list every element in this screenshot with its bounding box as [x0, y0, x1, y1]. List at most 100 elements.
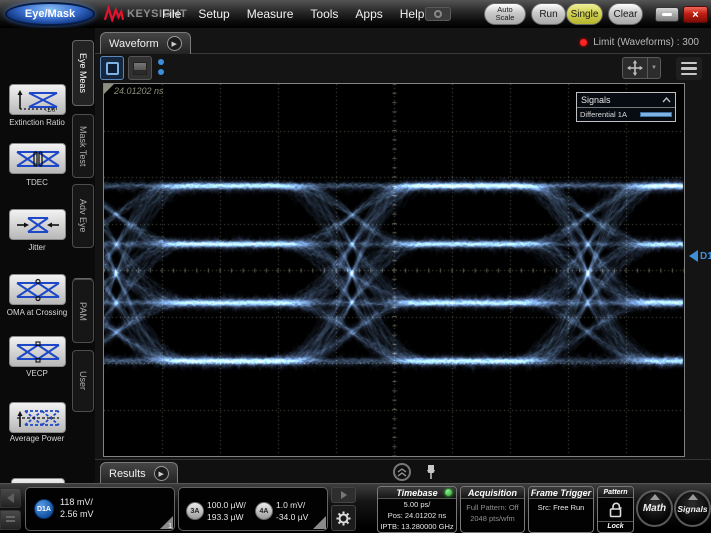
extinction-ratio-icon: -1/0 — [15, 88, 61, 112]
close-button[interactable]: × — [683, 6, 708, 23]
channel-4a-value: -34.0 µV — [276, 511, 308, 523]
display-menu-button[interactable] — [676, 57, 702, 80]
menu-tools[interactable]: Tools — [310, 7, 338, 21]
signals-arrow-icon — [688, 494, 698, 500]
waveform-display: 24.01202 ns Signals Differential 1A — [103, 83, 685, 457]
legend-color-swatch — [640, 112, 672, 117]
frame-trigger-panel[interactable]: Frame Trigger Src: Free Run — [528, 486, 594, 533]
tab-mask-test[interactable]: Mask Test — [72, 114, 94, 178]
tdec-button[interactable] — [9, 143, 66, 174]
oma-crossing-icon — [15, 278, 61, 302]
tab-waveform-view[interactable]: Waveform ▶ — [100, 32, 191, 54]
results-bar: Results ▶ — [95, 459, 711, 483]
signals-button-label: Signals — [677, 504, 707, 514]
channel-d1a-panel[interactable]: D1A 118 mV/ 2.56 mV 1 — [25, 487, 175, 531]
timebase-panel[interactable]: Timebase 5.00 ps/ Pos: 24.01202 ns IPTB:… — [377, 486, 457, 533]
waveform-tab-menu-icon[interactable]: ▶ — [167, 36, 182, 51]
channel-3a-value: 193.3 µW — [207, 511, 246, 523]
jitter-icon — [15, 213, 61, 237]
tab-adv-eye[interactable]: Adv Eye — [72, 184, 94, 248]
timebase-title: Timebase — [396, 488, 437, 498]
panel-corner-number: 1 — [168, 523, 172, 530]
expand-results-button[interactable] — [393, 463, 411, 481]
pan-tool-button[interactable] — [622, 57, 648, 79]
grid-pane-icon — [133, 62, 147, 75]
tab-pam[interactable]: PAM — [72, 279, 94, 343]
channel-expand-button[interactable] — [331, 487, 356, 503]
menu-help[interactable]: Help — [400, 7, 425, 21]
signals-button[interactable]: Signals — [674, 490, 711, 527]
run-button[interactable]: Run — [531, 3, 566, 25]
pan-tool-dropdown[interactable]: ▼ — [648, 57, 661, 79]
single-button[interactable]: Single — [566, 3, 603, 25]
menu-bar: File Setup Measure Tools Apps Help — [162, 0, 424, 28]
average-power-icon — [15, 406, 61, 430]
extinction-ratio-button[interactable]: -1/0 — [9, 84, 66, 115]
panel-grip-button[interactable] — [0, 510, 21, 530]
grid-display-layout-button[interactable] — [128, 56, 152, 80]
screenshot-camera-button[interactable] — [425, 7, 451, 21]
display-toolbar: ▼ — [95, 54, 711, 82]
frame-trigger-source: Src: Free Run — [529, 502, 593, 513]
pattern-title: Pattern — [598, 487, 633, 498]
extinction-ratio-label: Extinction Ratio — [0, 118, 74, 127]
hamburger-icon — [681, 62, 697, 65]
left-arrow-icon — [7, 493, 14, 503]
menu-setup[interactable]: Setup — [198, 7, 229, 21]
pin-results-icon[interactable] — [425, 464, 437, 480]
measurement-sidebar: -1/0 Extinction Ratio TDEC Jitter — [0, 28, 95, 483]
signals-legend[interactable]: Signals Differential 1A — [576, 92, 676, 122]
tdec-icon — [15, 147, 61, 171]
splitter-handle[interactable] — [158, 59, 164, 75]
pattern-lock-button[interactable] — [598, 498, 633, 521]
vecp-button[interactable] — [9, 336, 66, 367]
timebase-delay-label: 24.01202 ns — [114, 86, 164, 96]
legend-title: Signals — [581, 95, 611, 105]
waveform-tab-label: Waveform — [109, 38, 159, 50]
oma-crossing-label: OMA at Crossing — [0, 308, 74, 317]
acquisition-title: Acquisition — [468, 488, 517, 498]
channel-d1a-level-marker[interactable]: D1A — [689, 250, 711, 262]
status-bar: D1A 118 mV/ 2.56 mV 1 3A 100.0 µW/ 193.3… — [0, 483, 711, 533]
math-button[interactable]: Math — [636, 490, 673, 527]
math-arrow-icon — [650, 494, 660, 500]
average-power-button[interactable] — [9, 402, 66, 433]
acquisition-full-pattern: Full Pattern: Off — [461, 502, 524, 513]
legend-signal-name: Differential 1A — [580, 110, 627, 119]
eye-mask-app-button[interactable]: Eye/Mask — [5, 2, 95, 26]
menu-measure[interactable]: Measure — [247, 7, 294, 21]
channel-4a-badge: 4A — [255, 502, 273, 520]
tab-user[interactable]: User — [72, 350, 94, 412]
chevron-up-icon[interactable] — [662, 97, 671, 103]
single-display-layout-button[interactable] — [100, 56, 124, 80]
acquisition-points: 2048 pts/wfm — [461, 513, 524, 524]
right-arrow-icon — [341, 491, 347, 499]
marker-label: D1A — [700, 251, 711, 262]
timebase-iptb: IPTB: 13.280000 GHz — [378, 521, 456, 532]
double-chevron-up-icon — [397, 468, 407, 477]
results-tab-menu-icon[interactable]: ▶ — [154, 466, 169, 481]
flexdca-window: Eye/Mask KEYSIGHT File Setup Measure Too… — [0, 0, 711, 533]
tab-eye-meas[interactable]: Eye Meas — [72, 40, 94, 106]
channel-4a-scale: 1.0 mV/ — [276, 499, 308, 511]
clear-button[interactable]: Clear — [608, 3, 643, 25]
tab-results[interactable]: Results ▶ — [100, 462, 178, 484]
scroll-left-button[interactable] — [0, 488, 21, 508]
menu-file[interactable]: File — [162, 7, 181, 21]
channel-d1a-badge: D1A — [34, 499, 54, 519]
channel-settings-button[interactable] — [331, 505, 356, 531]
tdec-label: TDEC — [0, 178, 74, 187]
eye-diagram-canvas[interactable] — [104, 84, 684, 456]
channel-3a-4a-panel[interactable]: 3A 100.0 µW/ 193.3 µW 4A 1.0 mV/ -34.0 µ… — [178, 487, 328, 531]
oma-crossing-button[interactable] — [9, 274, 66, 305]
pattern-lock-panel[interactable]: Pattern Lock — [597, 486, 634, 533]
vecp-label: VECP — [0, 369, 74, 378]
acquisition-panel[interactable]: Acquisition Full Pattern: Off 2048 pts/w… — [460, 486, 525, 533]
marker-triangle-icon — [689, 250, 698, 262]
minimize-button[interactable] — [655, 7, 679, 22]
channel-3a-scale: 100.0 µW/ — [207, 499, 246, 511]
auto-scale-button[interactable]: Auto Scale — [484, 3, 526, 25]
jitter-button[interactable] — [9, 209, 66, 240]
status-bar-scroll-buttons — [0, 488, 21, 530]
menu-apps[interactable]: Apps — [355, 7, 382, 21]
